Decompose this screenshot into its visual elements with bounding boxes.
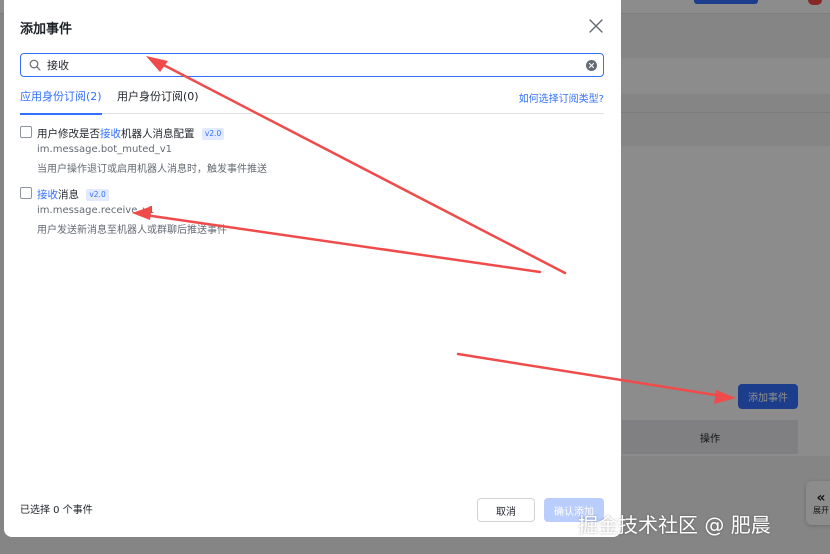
event-name-text: 机器人消息配置 — [121, 128, 195, 140]
tab-app-subscription[interactable]: 应用身份订阅(2) — [20, 90, 102, 115]
watermark: 掘金技术社区 @ 肥晨 — [578, 513, 771, 537]
add-event-dialog: 添加事件 应用身份订阅(2) 用户身份订阅(0) 如何选择订阅类型? 用户修改是… — [4, 0, 621, 537]
event-name-text: 用户修改是否 — [37, 128, 100, 140]
event-name-text: 消息 — [58, 189, 79, 201]
event-description: 用户发送新消息至机器人或群聊后推送事件 — [37, 225, 227, 236]
event-checkbox[interactable] — [20, 187, 32, 199]
dialog-title: 添加事件 — [20, 22, 73, 37]
search-icon — [29, 59, 41, 71]
tab-user-subscription[interactable]: 用户身份订阅(0) — [117, 90, 199, 114]
subscription-tabs: 应用身份订阅(2) 用户身份订阅(0) 如何选择订阅类型? — [20, 90, 604, 115]
version-badge: v2.0 — [86, 189, 109, 201]
clear-icon[interactable] — [586, 59, 597, 71]
version-badge: v2.0 — [201, 128, 225, 140]
event-name: 用户修改是否接收机器人消息配置 v2.0 — [37, 126, 225, 141]
event-name: 接收消息 v2.0 — [37, 187, 109, 202]
event-description: 当用户操作退订或启用机器人消息时，触发事件推送 — [37, 164, 267, 175]
event-name-highlight: 接收 — [37, 189, 58, 201]
event-name-highlight: 接收 — [100, 128, 121, 140]
search-box[interactable] — [20, 53, 604, 77]
cancel-button[interactable]: 取消 — [477, 498, 535, 522]
close-icon[interactable] — [587, 17, 605, 35]
event-checkbox[interactable] — [20, 126, 32, 138]
selected-count: 已选择 0 个事件 — [20, 505, 93, 516]
event-code: im.message.bot_muted_v1 — [37, 144, 172, 155]
search-input[interactable] — [47, 55, 586, 75]
help-link[interactable]: 如何选择订阅类型? — [519, 90, 604, 105]
event-code: im.message.receive_v1 — [37, 205, 155, 216]
